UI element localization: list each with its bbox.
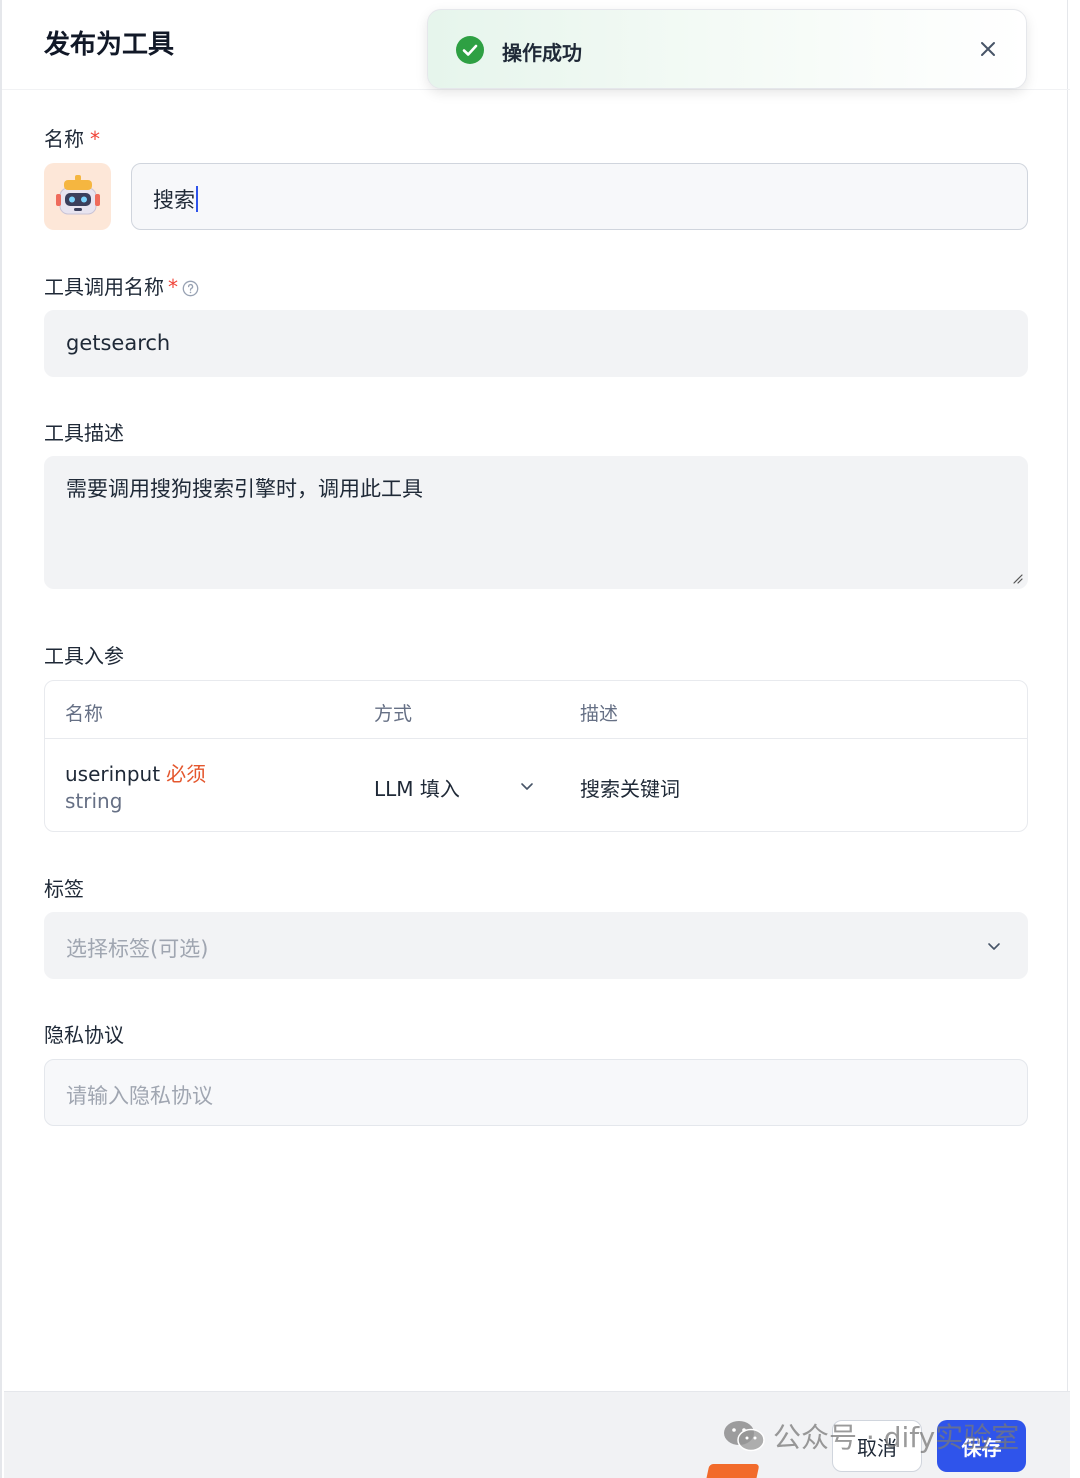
params-table-header: 名称 方式 描述 — [45, 681, 1027, 739]
tags-label: 标签 — [44, 877, 84, 901]
help-icon[interactable] — [182, 280, 199, 297]
method-select[interactable]: LLM 填入 — [374, 773, 460, 802]
header-desc: 描述 — [580, 703, 619, 725]
resize-handle-icon[interactable] — [1011, 572, 1023, 584]
close-icon[interactable] — [976, 37, 1000, 61]
required-mark: * — [90, 127, 100, 151]
text-caret — [196, 186, 198, 212]
success-toast: 操作成功 — [427, 9, 1027, 89]
privacy-input[interactable]: 请输入隐私协议 — [44, 1059, 1028, 1126]
tags-select[interactable]: 选择标签(可选) — [44, 912, 1028, 979]
corner-badge — [706, 1464, 760, 1478]
param-type: string — [65, 789, 123, 813]
call-name-input[interactable]: getsearch — [44, 310, 1028, 377]
name-label: 名称 * — [44, 127, 100, 151]
wechat-icon — [724, 1421, 765, 1452]
chevron-down-icon[interactable] — [985, 937, 1003, 955]
param-description[interactable]: 搜索关键词 — [580, 773, 680, 802]
description-label: 工具描述 — [44, 421, 124, 445]
robot-icon — [56, 175, 100, 215]
toast-message: 操作成功 — [502, 41, 582, 65]
description-textarea[interactable]: 需要调用搜狗搜索引擎时，调用此工具 — [44, 456, 1028, 589]
required-mark: * — [168, 275, 178, 299]
required-tag: 必须 — [166, 762, 207, 786]
header-name: 名称 — [65, 703, 104, 725]
call-name-label: 工具调用名称 * — [44, 271, 199, 300]
header-method: 方式 — [374, 703, 413, 725]
params-table: 名称 方式 描述 userinput 必须 string LLM 填入 搜索关键词 — [44, 680, 1028, 832]
dialog-title: 发布为工具 — [44, 30, 175, 60]
param-name: userinput 必须 — [65, 762, 207, 786]
publish-tool-panel: 发布为工具 名称 * 搜索 工具调用名称 * getsearch 工具描述 需要调用… — [0, 0, 1070, 1478]
check-circle-icon — [456, 36, 484, 64]
name-input[interactable]: 搜索 — [131, 163, 1028, 230]
chevron-down-icon[interactable] — [518, 777, 536, 795]
params-label: 工具入参 — [44, 644, 124, 668]
tool-avatar[interactable] — [44, 163, 111, 230]
privacy-label: 隐私协议 — [44, 1023, 124, 1047]
watermark: 公众号 · dify实验室 — [723, 1416, 1019, 1456]
